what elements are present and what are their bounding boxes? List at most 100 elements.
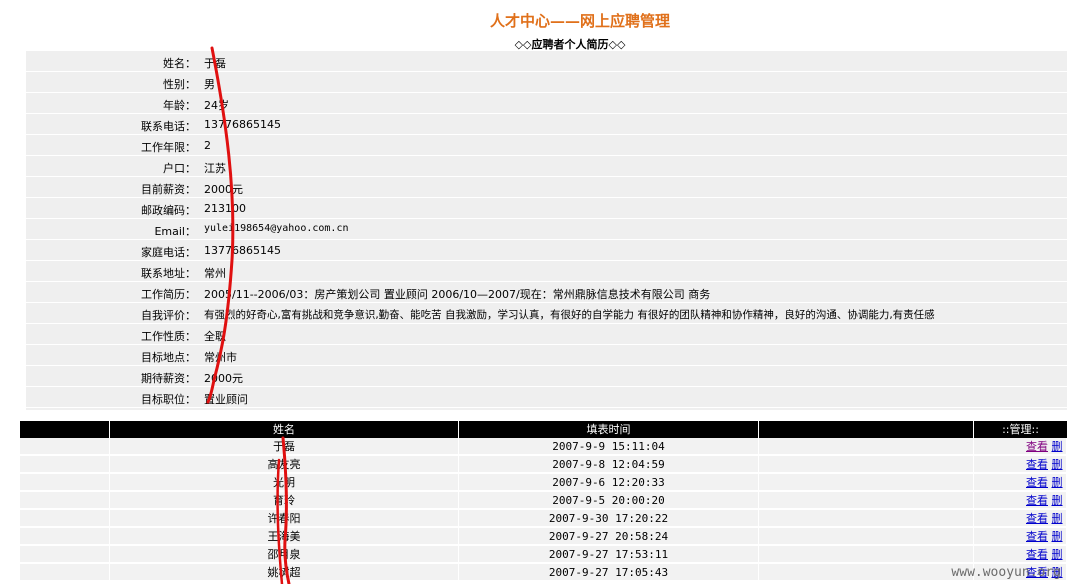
- resume-row-name: 姓名： 于磊: [26, 51, 1067, 72]
- resume-label: 家庭电话：: [141, 246, 196, 259]
- resume-value: 置业顾问: [204, 393, 248, 406]
- resume-label: 户口：: [163, 162, 196, 175]
- row-extra: [759, 438, 974, 455]
- view-link[interactable]: 查看: [1026, 440, 1048, 453]
- row-extra: [759, 564, 974, 581]
- row-name: 姚树超: [110, 564, 459, 581]
- table-row: 姚树超 2007-9-27 17:05:43 查看 删: [20, 564, 1067, 581]
- resume-row-target-location: 目标地点： 常州市: [26, 345, 1067, 366]
- resume-value: 2000元: [204, 183, 243, 196]
- delete-link[interactable]: 删: [1052, 548, 1063, 561]
- row-actions: 查看 删: [974, 456, 1067, 473]
- resume-row-age: 年龄： 24岁: [26, 93, 1067, 114]
- row-time: 2007-9-9 15:11:04: [459, 438, 759, 455]
- row-actions: 查看 删: [974, 510, 1067, 527]
- row-extra: [759, 492, 974, 509]
- view-link[interactable]: 查看: [1026, 512, 1048, 525]
- row-blank: [20, 564, 110, 581]
- delete-link[interactable]: 删: [1052, 476, 1063, 489]
- resume-label: 目前薪资：: [141, 183, 196, 196]
- resume-label: 年龄：: [163, 99, 196, 112]
- row-extra: [759, 528, 974, 545]
- resume-value: 13776865145: [204, 118, 281, 131]
- row-time: 2007-9-6 12:20:33: [459, 474, 759, 491]
- resume-value: 常州: [204, 267, 226, 280]
- resume-label: 自我评价：: [141, 309, 196, 322]
- row-blank: [20, 546, 110, 563]
- resume-value: 江苏: [204, 162, 226, 175]
- resume-row-work-history: 工作简历： 2005/11--2006/03：房产策划公司 置业顾问 2006/…: [26, 282, 1067, 303]
- table-row: 许春阳 2007-9-30 17:20:22 查看 删: [20, 510, 1067, 527]
- resume-row-phone: 联系电话： 13776865145: [26, 114, 1067, 135]
- resume-label: 联系地址：: [141, 267, 196, 280]
- table-row: 于磊 2007-9-9 15:11:04 查看 删: [20, 438, 1067, 455]
- view-link[interactable]: 查看: [1026, 476, 1048, 489]
- resume-label: 姓名：: [163, 57, 196, 70]
- row-blank: [20, 456, 110, 473]
- resume-value: 13776865145: [204, 244, 281, 257]
- resume-value: 于磊: [204, 57, 226, 70]
- resume-value: 男: [204, 78, 215, 91]
- row-actions: 查看 删: [974, 546, 1067, 563]
- delete-link[interactable]: 删: [1052, 512, 1063, 525]
- resume-value: 常州市: [204, 351, 237, 364]
- resume-value: yulei198654@yahoo.com.cn: [204, 223, 349, 234]
- row-actions: 查看 删: [974, 492, 1067, 509]
- resume-row-work-years: 工作年限： 2: [26, 135, 1067, 156]
- row-time: 2007-9-27 17:53:11: [459, 546, 759, 563]
- table-row: 王海美 2007-9-27 20:58:24 查看 删: [20, 528, 1067, 545]
- row-name: 育玲: [110, 492, 459, 509]
- table-row: 光明 2007-9-6 12:20:33 查看 删: [20, 474, 1067, 491]
- resume-row-salary: 目前薪资： 2000元: [26, 177, 1067, 198]
- resume-row-expected-salary: 期待薪资： 2000元: [26, 366, 1067, 387]
- resume-row-gender: 性别： 男: [26, 72, 1067, 93]
- row-extra: [759, 510, 974, 527]
- row-extra: [759, 474, 974, 491]
- resume-label: 目标地点：: [141, 351, 196, 364]
- header-name: 姓名: [110, 421, 459, 438]
- delete-link[interactable]: 删: [1052, 530, 1063, 543]
- view-link[interactable]: 查看: [1026, 494, 1048, 507]
- resume-row-email: Email： yulei198654@yahoo.com.cn: [26, 219, 1067, 240]
- view-link[interactable]: 查看: [1026, 458, 1048, 471]
- resume-label: 联系电话：: [141, 120, 196, 133]
- header-manage: ::管理::: [1002, 423, 1039, 436]
- view-link[interactable]: 查看: [1026, 548, 1048, 561]
- delete-link[interactable]: 删: [1052, 494, 1063, 507]
- resume-value: 213100: [204, 202, 246, 215]
- applicant-table: 姓名 填表时间 ::管理:: 于磊 2007-9-9 15:11:04 查看 删…: [20, 421, 1067, 584]
- row-name: 高友亮: [110, 456, 459, 473]
- row-name: 光明: [110, 474, 459, 491]
- view-link[interactable]: 查看: [1026, 530, 1048, 543]
- resume-row-hukou: 户口： 江苏: [26, 156, 1067, 177]
- resume-label: 工作简历：: [141, 288, 196, 301]
- header-time: 填表时间: [459, 421, 759, 438]
- row-blank: [20, 474, 110, 491]
- resume-label: 目标职位：: [141, 393, 196, 406]
- page-subtitle: ◇◇应聘者个人简历◇◇: [514, 38, 626, 51]
- row-blank: [20, 528, 110, 545]
- row-blank: [20, 510, 110, 527]
- resume-value: 2: [204, 139, 211, 152]
- resume-row-home-phone: 家庭电话： 13776865145: [26, 240, 1067, 261]
- resume-label: 工作性质：: [141, 330, 196, 343]
- resume-value: 24岁: [204, 99, 229, 112]
- resume-panel: 姓名： 于磊 性别： 男 年龄： 24岁 联系电话： 13776865145 工…: [26, 51, 1067, 410]
- resume-row-job-type: 工作性质： 全职: [26, 324, 1067, 345]
- row-name: 邵月泉: [110, 546, 459, 563]
- row-blank: [20, 438, 110, 455]
- resume-label: 邮政编码：: [141, 204, 196, 217]
- row-name: 王海美: [110, 528, 459, 545]
- resume-value: 2000元: [204, 372, 243, 385]
- row-actions: 查看 删: [974, 474, 1067, 491]
- row-actions: 查看 删: [974, 528, 1067, 545]
- page-title: 人才中心——网上应聘管理: [489, 12, 670, 30]
- resume-label: 性别：: [163, 78, 196, 91]
- table-row: 高友亮 2007-9-8 12:04:59 查看 删: [20, 456, 1067, 473]
- row-time: 2007-9-27 20:58:24: [459, 528, 759, 545]
- row-name: 于磊: [110, 438, 459, 455]
- delete-link[interactable]: 删: [1052, 440, 1063, 453]
- resume-row-postcode: 邮政编码： 213100: [26, 198, 1067, 219]
- table-row: 育玲 2007-9-5 20:00:20 查看 删: [20, 492, 1067, 509]
- delete-link[interactable]: 删: [1052, 458, 1063, 471]
